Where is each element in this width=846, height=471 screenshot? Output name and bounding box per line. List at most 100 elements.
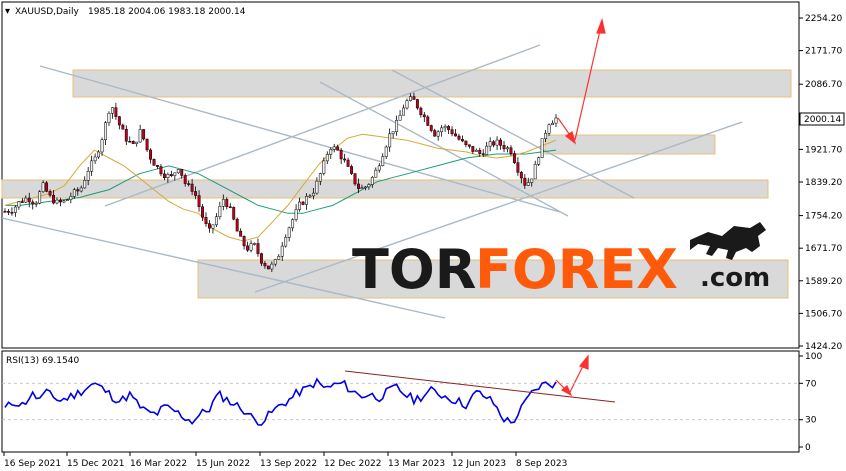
candle-body bbox=[211, 224, 215, 229]
candle-body bbox=[481, 153, 485, 155]
candle-body bbox=[485, 145, 489, 155]
candle-body bbox=[343, 158, 347, 161]
candle-body bbox=[509, 147, 513, 154]
last-price-text: 2000.14 bbox=[804, 115, 841, 125]
price-tick-label: 2086.70 bbox=[805, 80, 842, 90]
candle-body bbox=[149, 149, 152, 160]
candle-body bbox=[228, 206, 232, 208]
candle-body bbox=[194, 191, 198, 196]
candle-body bbox=[284, 237, 288, 247]
candle-body bbox=[325, 154, 329, 162]
candle-body bbox=[190, 183, 194, 192]
candle-body bbox=[540, 138, 544, 158]
candle-body bbox=[516, 162, 520, 173]
candle-body bbox=[409, 96, 412, 101]
logo-com-text: .com bbox=[700, 263, 770, 293]
candle-body bbox=[544, 133, 548, 139]
candle-body bbox=[197, 195, 201, 207]
candle-body bbox=[454, 133, 457, 137]
candle-body bbox=[48, 191, 52, 196]
candle-body bbox=[204, 217, 208, 224]
candle-body bbox=[450, 129, 454, 135]
candle-body bbox=[533, 164, 537, 180]
candle-body bbox=[58, 199, 62, 203]
rsi-pane bbox=[1, 350, 800, 453]
candle-body bbox=[457, 135, 461, 140]
candle-body bbox=[329, 149, 333, 155]
candle-body bbox=[336, 146, 340, 151]
price-tick-label: 1921.70 bbox=[805, 145, 842, 155]
candle-body bbox=[128, 140, 132, 143]
price-tick-label: 1506.70 bbox=[805, 309, 842, 319]
candle-body bbox=[83, 180, 87, 189]
candle-body bbox=[183, 175, 187, 184]
candle-body bbox=[31, 201, 35, 205]
chart-ohlc: 1985.18 2004.06 1983.18 2000.14 bbox=[88, 7, 246, 17]
candle-body bbox=[305, 196, 308, 205]
candle-body bbox=[152, 159, 156, 166]
candle-body bbox=[350, 166, 353, 174]
candle-body bbox=[34, 203, 38, 205]
candle-body bbox=[332, 146, 336, 150]
candle-body bbox=[429, 125, 433, 131]
time-tick-label: 16 Mar 2022 bbox=[130, 459, 187, 469]
time-tick-label: 13 Sep 2022 bbox=[260, 459, 317, 469]
price-tick-label: 1839.20 bbox=[805, 178, 842, 188]
candle-body bbox=[512, 153, 516, 163]
price-tick-label: 1754.20 bbox=[805, 212, 842, 222]
candle-body bbox=[249, 243, 253, 251]
last-price-label: 2000.14 bbox=[799, 112, 845, 126]
candle-body bbox=[405, 100, 409, 109]
candle-body bbox=[201, 206, 204, 218]
candle-body bbox=[180, 169, 184, 176]
candle-body bbox=[443, 126, 447, 129]
candle-body bbox=[256, 243, 260, 254]
candle-body bbox=[110, 107, 114, 114]
candle-body bbox=[270, 263, 274, 270]
candle-body bbox=[357, 183, 360, 189]
candle-body bbox=[142, 129, 146, 140]
candle-body bbox=[277, 256, 281, 260]
candle-body bbox=[280, 245, 284, 257]
time-tick-label: 12 Jun 2023 bbox=[452, 459, 506, 469]
candle-body bbox=[506, 147, 509, 150]
candle-body bbox=[72, 189, 76, 197]
candle-body bbox=[208, 223, 211, 229]
price-axis: 2254.202171.702086.702004.201921.701839.… bbox=[799, 14, 842, 352]
candle-body bbox=[447, 126, 451, 130]
candle-body bbox=[145, 138, 149, 151]
candle-body bbox=[530, 178, 534, 183]
candle-body bbox=[395, 120, 399, 132]
chart-title-icon: ▾ bbox=[5, 6, 10, 17]
candle-body bbox=[55, 199, 59, 204]
candle-body bbox=[367, 184, 371, 188]
candle-body bbox=[166, 174, 170, 178]
candle-body bbox=[266, 265, 270, 270]
chart-title: XAUUSD,Daily bbox=[15, 7, 79, 17]
candle-body bbox=[124, 128, 128, 142]
candle-body bbox=[460, 139, 464, 142]
candle-body bbox=[65, 199, 69, 201]
logo-forex-text: FOREX bbox=[475, 238, 678, 301]
candle-body bbox=[135, 141, 139, 144]
candle-body bbox=[412, 96, 416, 100]
time-tick-label: 16 Sep 2021 bbox=[4, 459, 61, 469]
candle-body bbox=[176, 169, 180, 174]
candle-body bbox=[45, 182, 49, 192]
candle-body bbox=[13, 206, 17, 213]
candle-body bbox=[478, 149, 482, 154]
candle-body bbox=[391, 131, 395, 135]
price-tick-label: 1671.70 bbox=[805, 244, 842, 254]
time-tick-label: 15 Dec 2021 bbox=[67, 459, 125, 469]
price-tick-label: 2171.70 bbox=[805, 47, 842, 57]
candle-body bbox=[311, 192, 315, 197]
candle-body bbox=[218, 206, 222, 217]
candle-body bbox=[104, 122, 107, 140]
time-tick-label: 13 Mar 2023 bbox=[388, 459, 445, 469]
candle-body bbox=[370, 176, 374, 185]
candle-body bbox=[156, 165, 159, 167]
candle-body bbox=[62, 200, 66, 203]
candle-body bbox=[495, 139, 499, 146]
candle-body bbox=[138, 129, 142, 143]
candle-body bbox=[294, 209, 298, 220]
